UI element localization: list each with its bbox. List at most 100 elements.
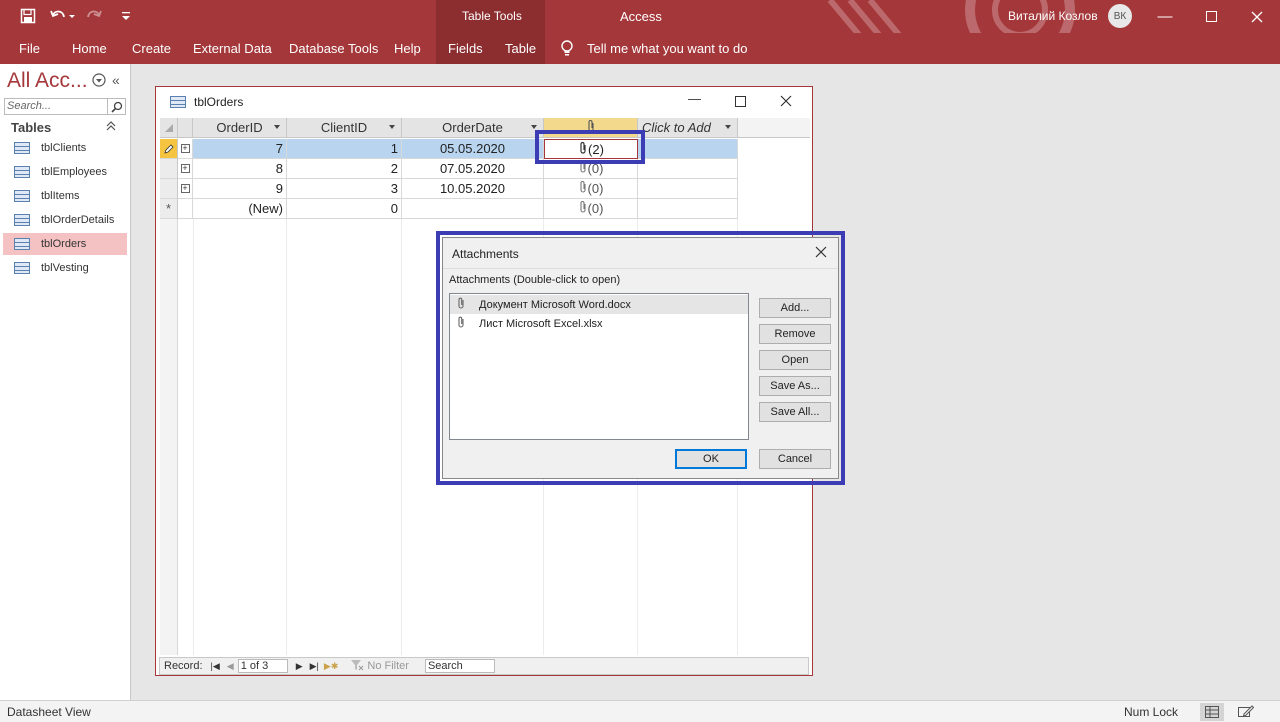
next-record-button[interactable]: ▶ — [296, 661, 303, 672]
lightbulb-icon[interactable] — [560, 39, 574, 60]
nav-search-input[interactable]: Search... — [4, 98, 108, 115]
datasheet-view-icon[interactable] — [1200, 703, 1224, 721]
cell-orderdate-new[interactable] — [402, 199, 544, 219]
window-maximize-button[interactable] — [735, 96, 746, 110]
cell-click-to-add[interactable] — [638, 159, 738, 179]
dropdown-arrow-icon[interactable] — [531, 125, 537, 129]
nav-pane-menu-icon[interactable] — [92, 73, 106, 90]
nav-item-tblorderdetails[interactable]: tblOrderDetails — [3, 209, 127, 231]
nav-group-tables[interactable]: Tables — [11, 120, 51, 135]
dropdown-arrow-icon[interactable] — [389, 125, 395, 129]
expand-row-button[interactable]: + — [178, 139, 193, 159]
cell-attachments[interactable]: (0) — [544, 159, 638, 179]
cancel-button[interactable]: Cancel — [759, 449, 831, 469]
column-header-orderid[interactable]: OrderID — [193, 118, 287, 138]
tab-file[interactable]: File — [19, 41, 40, 56]
chevron-up-icon[interactable] — [106, 120, 116, 135]
cell-clientid[interactable]: 3 — [287, 179, 402, 199]
cell-attachments[interactable]: (2) — [544, 139, 638, 159]
ok-button[interactable]: OK — [675, 449, 747, 469]
column-header-click-to-add[interactable]: Click to Add — [638, 118, 738, 138]
tab-database-tools[interactable]: Database Tools — [289, 41, 378, 56]
cell-click-to-add-new[interactable] — [638, 199, 738, 219]
cell-orderdate[interactable]: 05.05.2020 — [402, 139, 544, 159]
dropdown-arrow-icon[interactable] — [725, 125, 731, 129]
filter-icon[interactable] — [350, 659, 364, 674]
open-attachment-button[interactable]: Open — [759, 350, 831, 370]
row-selector[interactable] — [160, 159, 178, 179]
tab-fields[interactable]: Fields — [448, 41, 483, 56]
tell-me-box[interactable]: Tell me what you want to do — [587, 41, 747, 56]
table-icon — [14, 166, 30, 178]
customize-qat-icon[interactable] — [116, 6, 136, 26]
dialog-close-button[interactable] — [815, 246, 827, 261]
cell-orderid[interactable]: 7 — [193, 139, 287, 159]
attachment-item[interactable]: Документ Microsoft Word.docx — [450, 295, 748, 314]
record-search-input[interactable]: Search — [424, 659, 495, 673]
dropdown-arrow-icon[interactable] — [274, 125, 280, 129]
cell-click-to-add[interactable] — [638, 179, 738, 199]
paperclip-icon — [457, 316, 465, 332]
search-icon[interactable] — [108, 98, 126, 115]
cell-clientid-new[interactable]: 0 — [287, 199, 402, 219]
new-record-button[interactable]: ▶✱ — [324, 661, 338, 672]
cell-click-to-add[interactable] — [638, 139, 738, 159]
tab-external-data[interactable]: External Data — [193, 41, 272, 56]
nav-item-tblclients[interactable]: tblClients — [3, 137, 127, 159]
first-record-button[interactable]: |◀ — [211, 661, 220, 672]
minimize-button[interactable]: — — [1142, 0, 1188, 33]
paperclip-icon — [578, 180, 588, 197]
nav-item-label: tblClients — [41, 142, 87, 154]
window-close-button[interactable] — [780, 95, 792, 110]
expand-row-button[interactable]: + — [178, 179, 193, 199]
new-record-selector[interactable]: * — [160, 199, 178, 219]
column-label: ClientID — [320, 120, 368, 135]
cell-orderid[interactable]: 9 — [193, 179, 287, 199]
row-selector[interactable] — [160, 179, 178, 199]
tab-home[interactable]: Home — [72, 41, 107, 56]
cell-orderdate[interactable]: 07.05.2020 — [402, 159, 544, 179]
collapse-pane-icon[interactable]: « — [112, 72, 120, 88]
undo-icon[interactable] — [48, 6, 76, 26]
redo-icon[interactable] — [84, 6, 110, 26]
save-all-button[interactable]: Save All... — [759, 402, 831, 422]
no-filter-label[interactable]: No Filter — [367, 660, 409, 672]
cell-attachments[interactable]: (0) — [544, 179, 638, 199]
row-selector-editing[interactable] — [160, 139, 178, 159]
tab-help[interactable]: Help — [394, 41, 421, 56]
nav-pane-title[interactable]: All Acc... — [7, 69, 88, 93]
cell-orderid-new[interactable]: (New) — [193, 199, 287, 219]
save-icon[interactable] — [18, 6, 38, 26]
cell-clientid[interactable]: 2 — [287, 159, 402, 179]
user-name[interactable]: Виталий Козлов — [1008, 9, 1098, 23]
window-minimize-button[interactable]: — — [688, 91, 701, 106]
maximize-button[interactable] — [1188, 0, 1234, 33]
attachments-list[interactable]: Документ Microsoft Word.docx Лист Micros… — [449, 293, 749, 440]
select-all-corner[interactable] — [160, 118, 178, 138]
column-header-orderdate[interactable]: OrderDate — [402, 118, 544, 138]
cell-orderdate[interactable]: 10.05.2020 — [402, 179, 544, 199]
attachment-item[interactable]: Лист Microsoft Excel.xlsx — [450, 314, 748, 333]
column-header-attachments[interactable] — [544, 118, 638, 138]
nav-item-tblemployees[interactable]: tblEmployees — [3, 161, 127, 183]
tab-create[interactable]: Create — [132, 41, 171, 56]
design-view-icon[interactable] — [1238, 704, 1255, 721]
save-as-button[interactable]: Save As... — [759, 376, 831, 396]
expander-empty — [178, 199, 193, 219]
cell-attachments-new[interactable]: (0) — [544, 199, 638, 219]
close-button[interactable] — [1234, 0, 1280, 33]
nav-item-tblorders[interactable]: tblOrders — [3, 233, 127, 255]
current-record-input[interactable]: 1 of 3 — [237, 659, 288, 673]
previous-record-button[interactable]: ◀ — [227, 661, 234, 672]
last-record-button[interactable]: ▶| — [310, 661, 319, 672]
remove-attachment-button[interactable]: Remove — [759, 324, 831, 344]
cell-clientid[interactable]: 1 — [287, 139, 402, 159]
cell-orderid[interactable]: 8 — [193, 159, 287, 179]
nav-item-tblvesting[interactable]: tblVesting — [3, 257, 127, 279]
avatar[interactable]: ВК — [1108, 4, 1132, 28]
nav-item-tblitems[interactable]: tblItems — [3, 185, 127, 207]
column-header-clientid[interactable]: ClientID — [287, 118, 402, 138]
expand-row-button[interactable]: + — [178, 159, 193, 179]
tab-table[interactable]: Table — [505, 41, 536, 56]
add-attachment-button[interactable]: Add... — [759, 298, 831, 318]
